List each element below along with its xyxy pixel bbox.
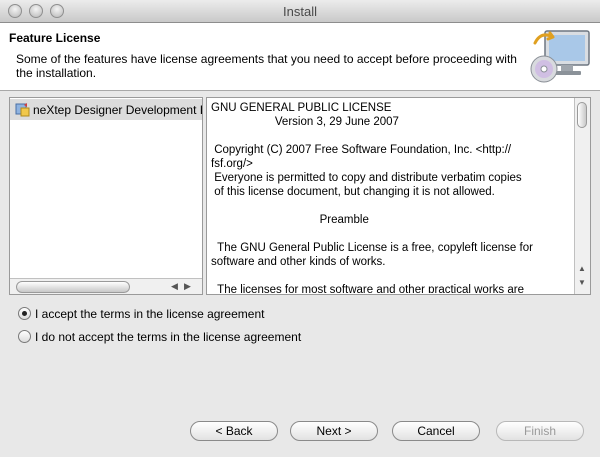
license-line [211, 129, 573, 143]
license-line: Version 3, 29 June 2007 [211, 116, 399, 128]
license-text: GNU GENERAL PUBLIC LICENSE Version 3, 29… [211, 101, 573, 293]
license-line: of this license document, but changing i… [211, 186, 495, 198]
feature-plugin-icon [15, 103, 30, 117]
scrollbar-thumb[interactable] [577, 102, 587, 128]
license-line: Copyright (C) 2007 Free Software Foundat… [211, 144, 512, 156]
vertical-scrollbar[interactable]: ▲ ▼ [574, 98, 590, 294]
feature-label: neXtep Designer Development I [33, 103, 203, 117]
list-item[interactable]: neXtep Designer Development I [10, 99, 202, 120]
feature-list[interactable]: neXtep Designer Development I ◀ ▶ [9, 97, 203, 295]
license-line [211, 227, 573, 241]
install-computer-icon [530, 30, 590, 83]
page-title: Feature License [9, 31, 101, 45]
license-line: GNU GENERAL PUBLIC LICENSE [211, 102, 392, 114]
scroll-left-icon[interactable]: ◀ [171, 281, 178, 292]
scroll-right-icon[interactable]: ▶ [184, 281, 191, 292]
scrollbar-thumb[interactable] [16, 281, 130, 293]
window-title: Install [283, 4, 317, 19]
accept-radio[interactable] [18, 307, 31, 320]
next-button[interactable]: Next > [290, 421, 378, 441]
wizard-header: Feature License Some of the features hav… [0, 23, 600, 91]
back-button[interactable]: < Back [190, 421, 278, 441]
license-line [211, 269, 573, 283]
license-line: Preamble [211, 214, 369, 226]
scroll-up-icon[interactable]: ▲ [578, 264, 586, 273]
license-line [211, 199, 573, 213]
cancel-button[interactable]: Cancel [392, 421, 480, 441]
finish-button[interactable]: Finish [496, 421, 584, 441]
page-description: Some of the features have license agreem… [16, 52, 517, 80]
title-bar: Install [0, 0, 600, 23]
horizontal-scrollbar[interactable]: ◀ ▶ [10, 278, 202, 294]
license-line: The licenses for most software and other… [211, 284, 524, 293]
accept-label: I accept the terms in the license agreem… [35, 307, 265, 321]
license-line: software and other kinds of works. [211, 256, 386, 268]
license-text-area[interactable]: GNU GENERAL PUBLIC LICENSE Version 3, 29… [206, 97, 591, 295]
decline-radio[interactable] [18, 330, 31, 343]
license-line: The GNU General Public License is a free… [211, 242, 533, 254]
scroll-down-icon[interactable]: ▼ [578, 278, 586, 287]
license-line: Everyone is permitted to copy and distri… [211, 172, 522, 184]
license-line: fsf.org/> [211, 158, 253, 170]
decline-label: I do not accept the terms in the license… [35, 330, 302, 344]
